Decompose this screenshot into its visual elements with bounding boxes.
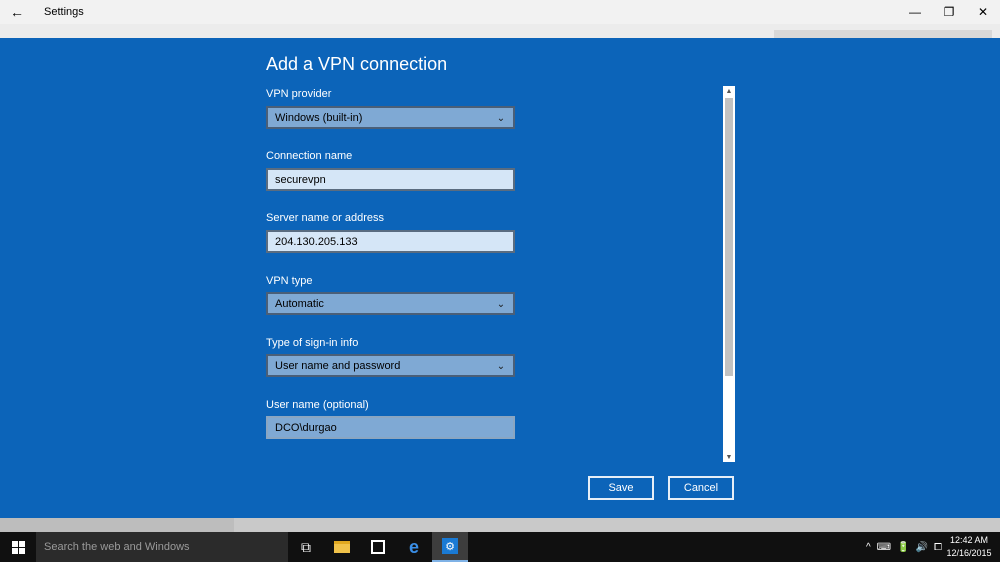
keyboard-icon[interactable]: ⌨ xyxy=(877,542,891,553)
gear-icon: ⚙ xyxy=(442,538,458,554)
clock-time: 12:42 AM xyxy=(949,535,989,545)
window-controls: — ❐ ✕ xyxy=(898,0,1000,24)
signin-type-value: User name and password xyxy=(275,359,401,372)
connection-name-input[interactable]: securevpn xyxy=(266,168,515,191)
show-desktop-button[interactable] xyxy=(994,532,1000,562)
folder-icon xyxy=(334,541,350,553)
vpn-provider-label: VPN provider xyxy=(266,88,332,100)
volume-icon[interactable]: 🔊 xyxy=(916,542,928,553)
close-icon[interactable]: ✕ xyxy=(966,0,1000,24)
save-button[interactable]: Save xyxy=(588,476,654,500)
server-address-input[interactable]: 204.130.205.133 xyxy=(266,230,515,253)
server-address-value: 204.130.205.133 xyxy=(275,235,358,248)
username-input[interactable]: DCO\durgao xyxy=(266,416,515,439)
windows-logo-icon xyxy=(11,540,25,554)
system-tray: ^ ⌨ 🔋 🔊 ⧠ xyxy=(866,532,942,562)
minimize-icon[interactable]: — xyxy=(898,0,932,24)
cancel-button[interactable]: Cancel xyxy=(668,476,734,500)
chevron-down-icon: ⌄ xyxy=(496,112,506,124)
clock[interactable]: 12:42 AM 12/16/2015 xyxy=(946,534,992,560)
scroll-thumb[interactable] xyxy=(725,98,733,376)
start-button[interactable] xyxy=(0,532,36,562)
task-view-icon[interactable]: ⧉ xyxy=(288,532,324,562)
background-page xyxy=(0,24,1000,38)
file-explorer-icon[interactable] xyxy=(324,532,360,562)
tray-chevron-icon[interactable]: ^ xyxy=(866,542,871,553)
dialog-title: Add a VPN connection xyxy=(266,54,448,74)
vpn-type-value: Automatic xyxy=(275,297,324,310)
window-title: Settings xyxy=(44,6,84,18)
scroll-up-arrow-icon[interactable]: ▲ xyxy=(723,86,735,96)
username-label: User name (optional) xyxy=(266,399,369,411)
taskbar: Search the web and Windows ⧉ e ⚙ ^ ⌨ 🔋 🔊… xyxy=(0,532,1000,562)
background-sidebar-bottom xyxy=(0,518,234,532)
chevron-down-icon: ⌄ xyxy=(496,360,506,372)
vpn-provider-value: Windows (built-in) xyxy=(275,111,363,124)
title-bar: ← Settings — ❐ ✕ xyxy=(0,0,1000,24)
store-icon[interactable] xyxy=(360,532,396,562)
clock-date: 12/16/2015 xyxy=(946,548,992,558)
signin-type-label: Type of sign-in info xyxy=(266,337,359,349)
vpn-type-label: VPN type xyxy=(266,275,313,287)
signin-type-select[interactable]: User name and password ⌄ xyxy=(266,354,515,377)
shopping-bag-icon xyxy=(371,540,385,554)
server-address-label: Server name or address xyxy=(266,212,384,224)
chevron-down-icon: ⌄ xyxy=(496,298,506,310)
username-value: DCO\durgao xyxy=(275,421,337,434)
battery-icon[interactable]: 🔋 xyxy=(897,542,909,553)
add-vpn-dialog: Add a VPN connection VPN provider Window… xyxy=(0,38,1000,518)
connection-name-value: securevpn xyxy=(275,173,326,186)
scrollbar[interactable]: ▲ ▼ xyxy=(723,86,735,462)
vpn-type-select[interactable]: Automatic ⌄ xyxy=(266,292,515,315)
edge-browser-icon[interactable]: e xyxy=(396,532,432,562)
background-page-bottom xyxy=(0,518,1000,532)
back-arrow-icon[interactable]: ← xyxy=(0,0,34,24)
input-icon[interactable]: ⧠ xyxy=(934,542,942,553)
vpn-provider-select[interactable]: Windows (built-in) ⌄ xyxy=(266,106,515,129)
taskbar-search-box[interactable]: Search the web and Windows xyxy=(36,532,288,562)
connection-name-label: Connection name xyxy=(266,150,353,162)
restore-icon[interactable]: ❐ xyxy=(932,0,966,24)
settings-app-icon[interactable]: ⚙ xyxy=(432,532,468,562)
background-search-box xyxy=(774,30,992,38)
scroll-down-arrow-icon[interactable]: ▼ xyxy=(723,452,735,462)
